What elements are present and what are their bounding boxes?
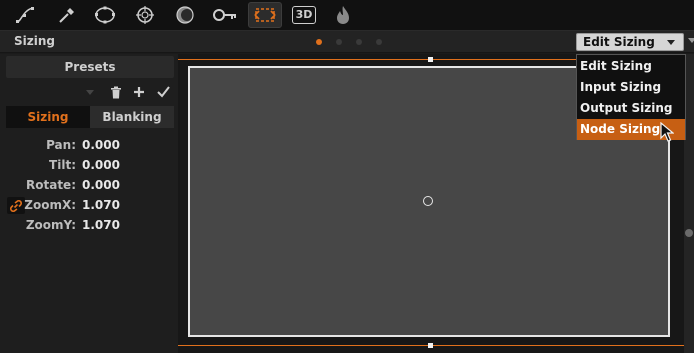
- top-handle[interactable]: [428, 57, 433, 62]
- qualifier-tool-button[interactable]: [52, 2, 82, 28]
- page-dot-4[interactable]: [376, 39, 382, 45]
- add-preset-icon[interactable]: [131, 84, 147, 100]
- preset-dropdown-icon[interactable]: [86, 90, 94, 95]
- page-dot-3[interactable]: [356, 39, 362, 45]
- param-label: Rotate:: [26, 178, 76, 192]
- zoomx-value-field[interactable]: 1.070: [82, 198, 120, 212]
- presets-button[interactable]: Presets: [6, 56, 174, 78]
- circle-window-icon: [93, 5, 117, 25]
- sizing-tool-button[interactable]: [248, 2, 282, 28]
- scroll-handle[interactable]: [685, 229, 693, 237]
- page-dot-1[interactable]: [316, 39, 322, 45]
- curves-icon: [15, 6, 35, 24]
- window-tool-button[interactable]: [90, 2, 120, 28]
- sizing-header: Sizing Edit Sizing: [0, 31, 694, 53]
- curves-tool-button[interactable]: [10, 2, 40, 28]
- options-caret-icon[interactable]: [688, 38, 694, 43]
- sizing-mode-value: Edit Sizing: [583, 35, 655, 49]
- page-indicator: [316, 39, 382, 45]
- center-point-icon[interactable]: [423, 196, 433, 206]
- toolbar: 3D: [0, 0, 694, 31]
- key-icon: [212, 5, 238, 25]
- tracker-tool-button[interactable]: [130, 2, 160, 28]
- param-row-tilt: Tilt: 0.000: [0, 156, 178, 176]
- 3d-icon: 3D: [292, 6, 316, 24]
- param-row-rotate: Rotate: 0.000: [0, 176, 178, 196]
- tilt-value-field[interactable]: 0.000: [82, 158, 120, 172]
- param-row-zoomx: ZoomX: 1.070: [0, 196, 178, 216]
- key-tool-button[interactable]: [210, 2, 240, 28]
- zoomy-value-field[interactable]: 1.070: [82, 218, 120, 232]
- menu-item-edit-sizing[interactable]: Edit Sizing: [577, 56, 685, 77]
- sizing-parameters: Pan: 0.000 Tilt: 0.000 Rotate: 0.000 Zoo…: [0, 136, 178, 236]
- link-zoom-icon[interactable]: [7, 197, 25, 214]
- panel-title: Sizing: [14, 34, 55, 48]
- param-label: Tilt:: [49, 158, 76, 172]
- sizing-controls-panel: Presets Sizing Blanking Pan: 0.000 Tilt:…: [0, 54, 178, 353]
- fx-tool-button[interactable]: [328, 2, 358, 28]
- trash-icon[interactable]: [108, 84, 124, 100]
- bottom-handle[interactable]: [428, 343, 433, 348]
- menu-item-output-sizing[interactable]: Output Sizing: [577, 98, 685, 119]
- sizing-mode-select[interactable]: Edit Sizing: [576, 33, 684, 51]
- flame-icon: [334, 5, 352, 25]
- mouse-pointer-icon: [660, 121, 675, 146]
- rotate-value-field[interactable]: 0.000: [82, 178, 120, 192]
- menu-item-input-sizing[interactable]: Input Sizing: [577, 77, 685, 98]
- tab-sizing[interactable]: Sizing: [6, 106, 90, 128]
- 3d-tool-button[interactable]: 3D: [289, 2, 319, 28]
- param-row-pan: Pan: 0.000: [0, 136, 178, 156]
- blur-tool-button[interactable]: [170, 2, 200, 28]
- tracker-icon: [134, 5, 156, 25]
- sizing-icon: [252, 5, 278, 25]
- param-label: Pan:: [46, 138, 76, 152]
- tab-blanking[interactable]: Blanking: [90, 106, 174, 128]
- sizing-tabs: Sizing Blanking: [6, 106, 174, 128]
- blur-icon: [174, 5, 196, 25]
- page-dot-2[interactable]: [336, 39, 342, 45]
- pan-value-field[interactable]: 0.000: [82, 138, 120, 152]
- param-label: ZoomX:: [24, 198, 76, 212]
- param-row-zoomy: ZoomY: 1.070: [0, 216, 178, 236]
- chevron-down-icon: [667, 40, 675, 45]
- param-label: ZoomY:: [25, 218, 76, 232]
- eyedropper-icon: [57, 5, 77, 25]
- apply-checkmark-icon[interactable]: [155, 84, 171, 100]
